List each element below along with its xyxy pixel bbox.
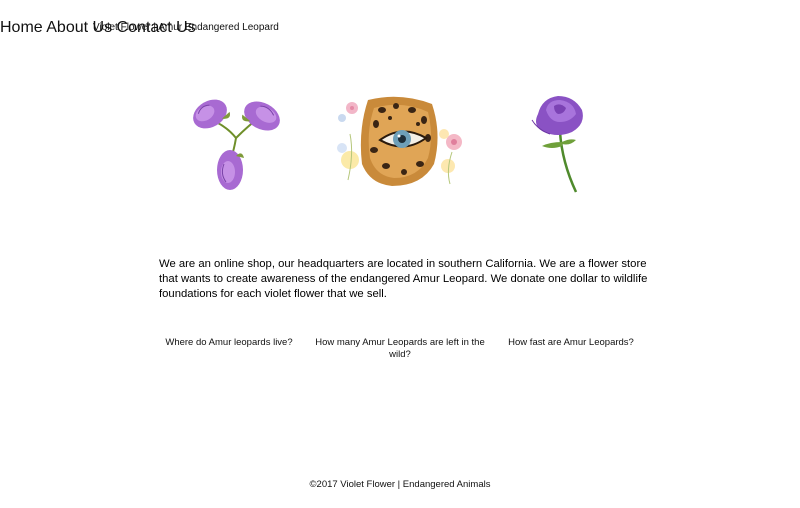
violet-rose-illustration — [524, 92, 590, 196]
nav-about-link[interactable]: About Us — [46, 19, 112, 36]
leopard-eye-with-flowers-illustration — [330, 94, 470, 192]
faq-link-population[interactable]: How many Amur Leopards are left in the w… — [315, 337, 485, 361]
triple-violet-flower-illustration — [186, 92, 290, 192]
faq-link-speed[interactable]: How fast are Amur Leopards? — [486, 337, 656, 349]
nav-contact-link[interactable]: Contact Us — [117, 19, 196, 36]
main-nav: Home About Us Contact Us — [0, 19, 800, 36]
footer-copyright: ©2017 Violet Flower | Endangered Animals — [309, 479, 491, 490]
nav-home-link[interactable]: Home — [0, 19, 43, 36]
about-description: We are an online shop, our headquarters … — [159, 258, 648, 301]
faq-link-habitat[interactable]: Where do Amur leopards live? — [144, 337, 314, 349]
